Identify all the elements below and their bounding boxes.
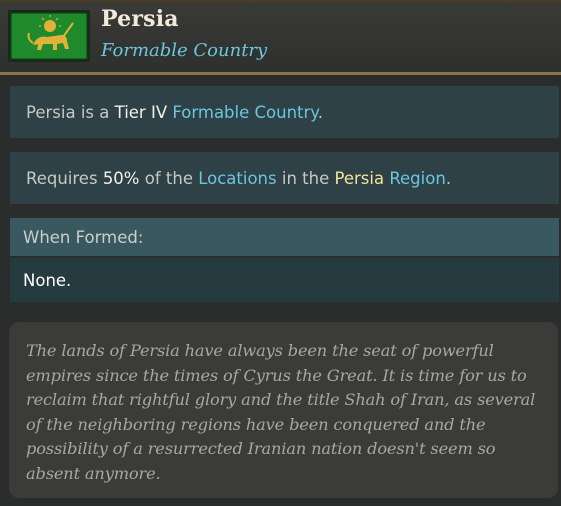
persia-region-name[interactable]: Persia bbox=[334, 169, 384, 188]
flavor-description: The lands of Persia have always been the… bbox=[9, 322, 558, 498]
country-title: Persia bbox=[101, 6, 179, 32]
tier-value: Tier IV bbox=[114, 102, 168, 122]
requirement-text: Requires 50% of the Locations in the Per… bbox=[26, 168, 452, 188]
requirement-panel: Requires 50% of the Locations in the Per… bbox=[10, 152, 559, 204]
formable-country-link[interactable]: Formable Country bbox=[172, 103, 317, 122]
lion-and-sun-flag-icon bbox=[10, 12, 88, 60]
when-formed-header: When Formed: bbox=[10, 218, 559, 256]
locations-link[interactable]: Locations bbox=[198, 169, 276, 188]
tier-info-panel: Persia is a Tier IV Formable Country. bbox=[10, 86, 559, 138]
when-formed-value: None. bbox=[10, 258, 559, 302]
country-type-subtitle[interactable]: Formable Country bbox=[101, 40, 267, 61]
requirement-percentage: 50% bbox=[102, 168, 140, 188]
tooltip-header: Persia Formable Country bbox=[0, 0, 561, 75]
tier-info-text: Persia is a Tier IV Formable Country. bbox=[26, 102, 323, 122]
region-link[interactable]: Region bbox=[389, 169, 446, 188]
